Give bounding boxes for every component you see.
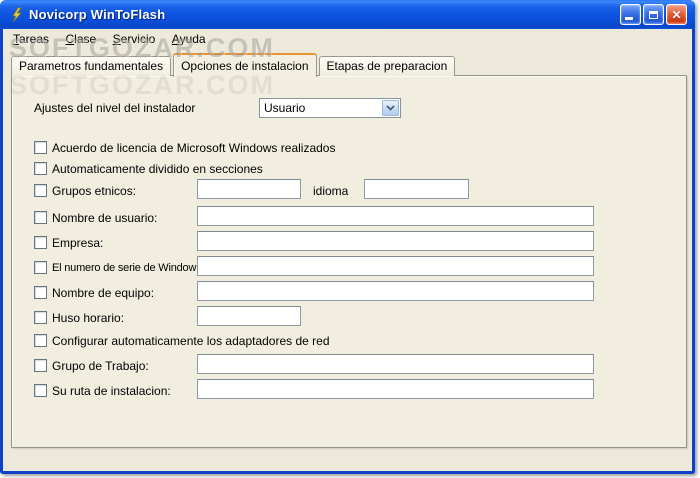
row-empresa: Empresa: [12,231,688,253]
nombre-usuario-input[interactable] [197,206,594,226]
tab-parametros-fundamentales[interactable]: Parametros fundamentales [11,56,172,76]
chevron-down-icon [386,105,395,111]
menu-servicio[interactable]: Servicio [107,29,162,48]
row-ruta-instalacion: Su ruta de instalacion: [12,379,688,401]
tab-opciones-de-instalacion[interactable]: Opciones de instalacion [173,53,317,77]
row-grupos-etnicos: Grupos etnicos: idioma [12,179,688,201]
empresa-label[interactable]: Empresa: [52,233,103,253]
app-lightning-icon [12,7,22,22]
window-title: Novicorp WinToFlash [29,7,166,22]
title-bar[interactable]: Novicorp WinToFlash ✕ [0,0,695,29]
acuerdo-licencia-label[interactable]: Acuerdo de licencia de Microsoft Windows… [52,138,335,158]
nombre-equipo-label[interactable]: Nombre de equipo: [52,283,154,303]
close-button[interactable]: ✕ [666,4,687,25]
huso-horario-input[interactable] [197,306,301,326]
combo-dropdown-button[interactable] [382,100,399,116]
nombre-equipo-checkbox[interactable] [34,286,47,299]
ruta-instalacion-label[interactable]: Su ruta de instalacion: [52,381,171,401]
nombre-equipo-input[interactable] [197,281,594,301]
adaptadores-red-label[interactable]: Configurar automaticamente los adaptador… [52,331,330,351]
maximize-icon [649,10,658,19]
menu-clase[interactable]: Clase [59,29,102,48]
tab-page-opciones: Ajustes del nivel del instalador Usuario… [11,75,687,448]
menu-tareas[interactable]: Tareas [7,29,55,48]
dividido-secciones-label[interactable]: Automaticamente dividido en secciones [52,159,263,179]
row-huso-horario: Huso horario: [12,306,688,328]
ruta-instalacion-input[interactable] [197,379,594,399]
huso-horario-checkbox[interactable] [34,311,47,324]
app-window: Novicorp WinToFlash ✕ Tareas Clase Servi… [0,0,695,474]
row-serie-windows: El numero de serie de Window: [12,256,688,278]
grupo-trabajo-label[interactable]: Grupo de Trabajo: [52,356,149,376]
minimize-button[interactable] [620,4,641,25]
empresa-checkbox[interactable] [34,236,47,249]
row-nombre-usuario: Nombre de usuario: [12,206,688,228]
grupos-etnicos-label[interactable]: Grupos etnicos: [52,181,136,201]
nombre-usuario-label[interactable]: Nombre de usuario: [52,208,157,228]
grupo-trabajo-input[interactable] [197,354,594,374]
idioma-label: idioma [313,184,349,198]
maximize-button[interactable] [643,4,664,25]
acuerdo-licencia-checkbox[interactable] [34,141,47,154]
row-nombre-equipo: Nombre de equipo: [12,281,688,303]
window-controls: ✕ [620,4,687,25]
row-grupo-trabajo: Grupo de Trabajo: [12,354,688,376]
nombre-usuario-checkbox[interactable] [34,211,47,224]
installer-level-select[interactable]: Usuario [259,98,401,118]
minimize-icon [625,17,633,20]
serie-windows-checkbox[interactable] [34,261,47,274]
idioma-input[interactable] [364,179,469,199]
close-icon: ✕ [671,7,682,22]
adaptadores-red-checkbox[interactable] [34,334,47,347]
row-acuerdo-licencia: Acuerdo de licencia de Microsoft Windows… [12,138,688,158]
dividido-secciones-checkbox[interactable] [34,162,47,175]
huso-horario-label[interactable]: Huso horario: [52,308,124,328]
screenshot-stage: Novicorp WinToFlash ✕ Tareas Clase Servi… [0,0,700,478]
tab-strip: Parametros fundamentales Opciones de ins… [11,52,457,77]
installer-level-value: Usuario [264,101,306,115]
row-dividido-secciones: Automaticamente dividido en secciones [12,159,688,179]
menu-ayuda[interactable]: Ayuda [166,29,212,48]
grupos-etnicos-checkbox[interactable] [34,184,47,197]
grupo-trabajo-checkbox[interactable] [34,359,47,372]
serie-windows-label[interactable]: El numero de serie de Window: [52,258,199,278]
empresa-input[interactable] [197,231,594,251]
tab-etapas-de-preparacion[interactable]: Etapas de preparacion [318,56,456,76]
ruta-instalacion-checkbox[interactable] [34,384,47,397]
menu-bar: Tareas Clase Servicio Ayuda [3,29,692,49]
serie-windows-input[interactable] [197,256,594,276]
row-adaptadores-red: Configurar automaticamente los adaptador… [12,331,688,351]
installer-level-label: Ajustes del nivel del instalador [34,101,196,115]
grupos-etnicos-input[interactable] [197,179,301,199]
